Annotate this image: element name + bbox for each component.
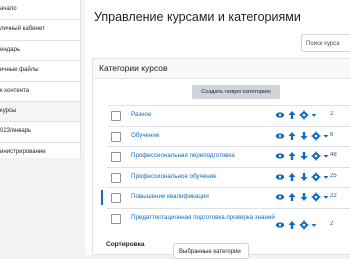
category-row: Обучение 6 bbox=[107, 125, 350, 147]
arrow-up-icon[interactable] bbox=[287, 220, 297, 230]
course-search-input[interactable]: Поиск курса bbox=[301, 34, 350, 52]
category-row: Разное 2 bbox=[107, 105, 350, 126]
nav-item-label: 023/январь bbox=[0, 128, 32, 135]
category-link[interactable]: Повышение квалификации bbox=[131, 193, 209, 200]
category-checkbox[interactable] bbox=[111, 172, 121, 183]
gear-icon[interactable] bbox=[299, 110, 309, 120]
chevron-down-icon[interactable] bbox=[311, 220, 321, 230]
category-row: Предаттестационная подготовка.проверка з… bbox=[107, 207, 350, 234]
eye-icon[interactable] bbox=[275, 151, 285, 161]
nav-item-label: ендарь bbox=[0, 46, 20, 53]
eye-icon[interactable] bbox=[275, 131, 285, 141]
nav-item-calendar[interactable]: ендарь bbox=[0, 41, 80, 62]
gear-icon[interactable] bbox=[299, 220, 309, 230]
gear-icon[interactable] bbox=[311, 172, 321, 182]
arrow-up-icon[interactable] bbox=[287, 172, 297, 182]
category-checkbox[interactable] bbox=[111, 193, 121, 203]
arrow-up-icon[interactable] bbox=[287, 110, 297, 120]
course-count: 2 bbox=[330, 220, 334, 227]
course-count: 22 bbox=[330, 193, 337, 199]
eye-icon[interactable] bbox=[275, 192, 285, 202]
sidebar-background bbox=[0, 158, 80, 255]
nav-item-home[interactable]: ачало bbox=[0, 0, 80, 21]
nav-item-courses[interactable]: курсы bbox=[0, 101, 80, 123]
gear-icon[interactable] bbox=[311, 151, 321, 161]
nav-item-label: к контента bbox=[0, 87, 29, 94]
chevron-down-icon[interactable] bbox=[311, 110, 321, 120]
sort-label: Сортировка bbox=[106, 241, 145, 248]
category-link[interactable]: Обучение bbox=[131, 132, 159, 139]
category-row: Профессиональная переподготовка 48 bbox=[107, 146, 350, 167]
category-actions bbox=[275, 192, 335, 202]
arrow-down-icon[interactable] bbox=[299, 192, 309, 202]
nav-item-label: курсы bbox=[0, 107, 17, 114]
category-actions bbox=[275, 172, 335, 182]
left-navigation: ачало личный кабинет ендарь ичные файлы … bbox=[0, 0, 81, 164]
course-count: 6 bbox=[330, 131, 334, 138]
nav-item-label: личный кабинет bbox=[0, 26, 45, 33]
sort-select[interactable]: Выбранные категории bbox=[173, 243, 249, 259]
category-checkbox[interactable] bbox=[111, 111, 121, 121]
course-count: 25 bbox=[330, 172, 337, 179]
arrow-up-icon[interactable] bbox=[287, 192, 297, 202]
category-actions bbox=[275, 110, 323, 120]
nav-item-label: ичные файлы bbox=[0, 67, 39, 74]
arrow-up-icon[interactable] bbox=[287, 131, 297, 141]
category-checkbox[interactable] bbox=[111, 213, 121, 224]
category-checkbox[interactable] bbox=[111, 131, 121, 142]
nav-item-content-bank[interactable]: к контента bbox=[0, 82, 80, 102]
category-actions bbox=[275, 151, 335, 161]
category-row-selected: Повышение квалификации 22 bbox=[101, 187, 350, 208]
main-content: Управление курсами и категориями Поиск к… bbox=[85, 0, 350, 259]
category-actions bbox=[275, 131, 335, 141]
nav-item-private-files[interactable]: ичные файлы bbox=[0, 61, 80, 82]
course-count: 48 bbox=[330, 152, 337, 158]
category-link[interactable]: Профессиональное обучение bbox=[131, 173, 217, 180]
arrow-down-icon[interactable] bbox=[299, 151, 309, 161]
nav-item-dashboard[interactable]: личный кабинет bbox=[0, 20, 80, 41]
category-row: Профессиональное обучение 25 bbox=[107, 166, 350, 188]
gear-icon[interactable] bbox=[311, 192, 321, 202]
category-actions bbox=[275, 220, 323, 230]
course-count: 2 bbox=[330, 111, 334, 117]
category-checkbox[interactable] bbox=[111, 152, 121, 162]
nav-item-january[interactable]: 023/январь bbox=[0, 122, 80, 143]
course-categories-panel: Категории курсов Создать новую категорию… bbox=[92, 58, 350, 259]
arrow-down-icon[interactable] bbox=[299, 131, 309, 141]
arrow-up-icon[interactable] bbox=[287, 151, 297, 161]
arrow-down-icon[interactable] bbox=[299, 172, 309, 182]
gear-icon[interactable] bbox=[311, 131, 321, 141]
page-title: Управление курсами и категориями bbox=[94, 10, 301, 24]
eye-icon[interactable] bbox=[275, 110, 285, 120]
eye-icon[interactable] bbox=[275, 172, 285, 182]
category-link[interactable]: Профессиональная переподготовка bbox=[131, 152, 235, 159]
nav-item-label: ачало bbox=[0, 6, 17, 12]
eye-icon[interactable] bbox=[275, 220, 285, 230]
category-link[interactable]: Разное bbox=[131, 111, 151, 118]
category-list: Разное 2 Обучение 6 Профессиональная пер… bbox=[101, 105, 350, 234]
create-category-button[interactable]: Создать новую категорию bbox=[192, 85, 280, 99]
panel-header: Категории курсов bbox=[93, 59, 350, 79]
category-link[interactable]: Предаттестационная подготовка.проверка з… bbox=[131, 214, 275, 221]
